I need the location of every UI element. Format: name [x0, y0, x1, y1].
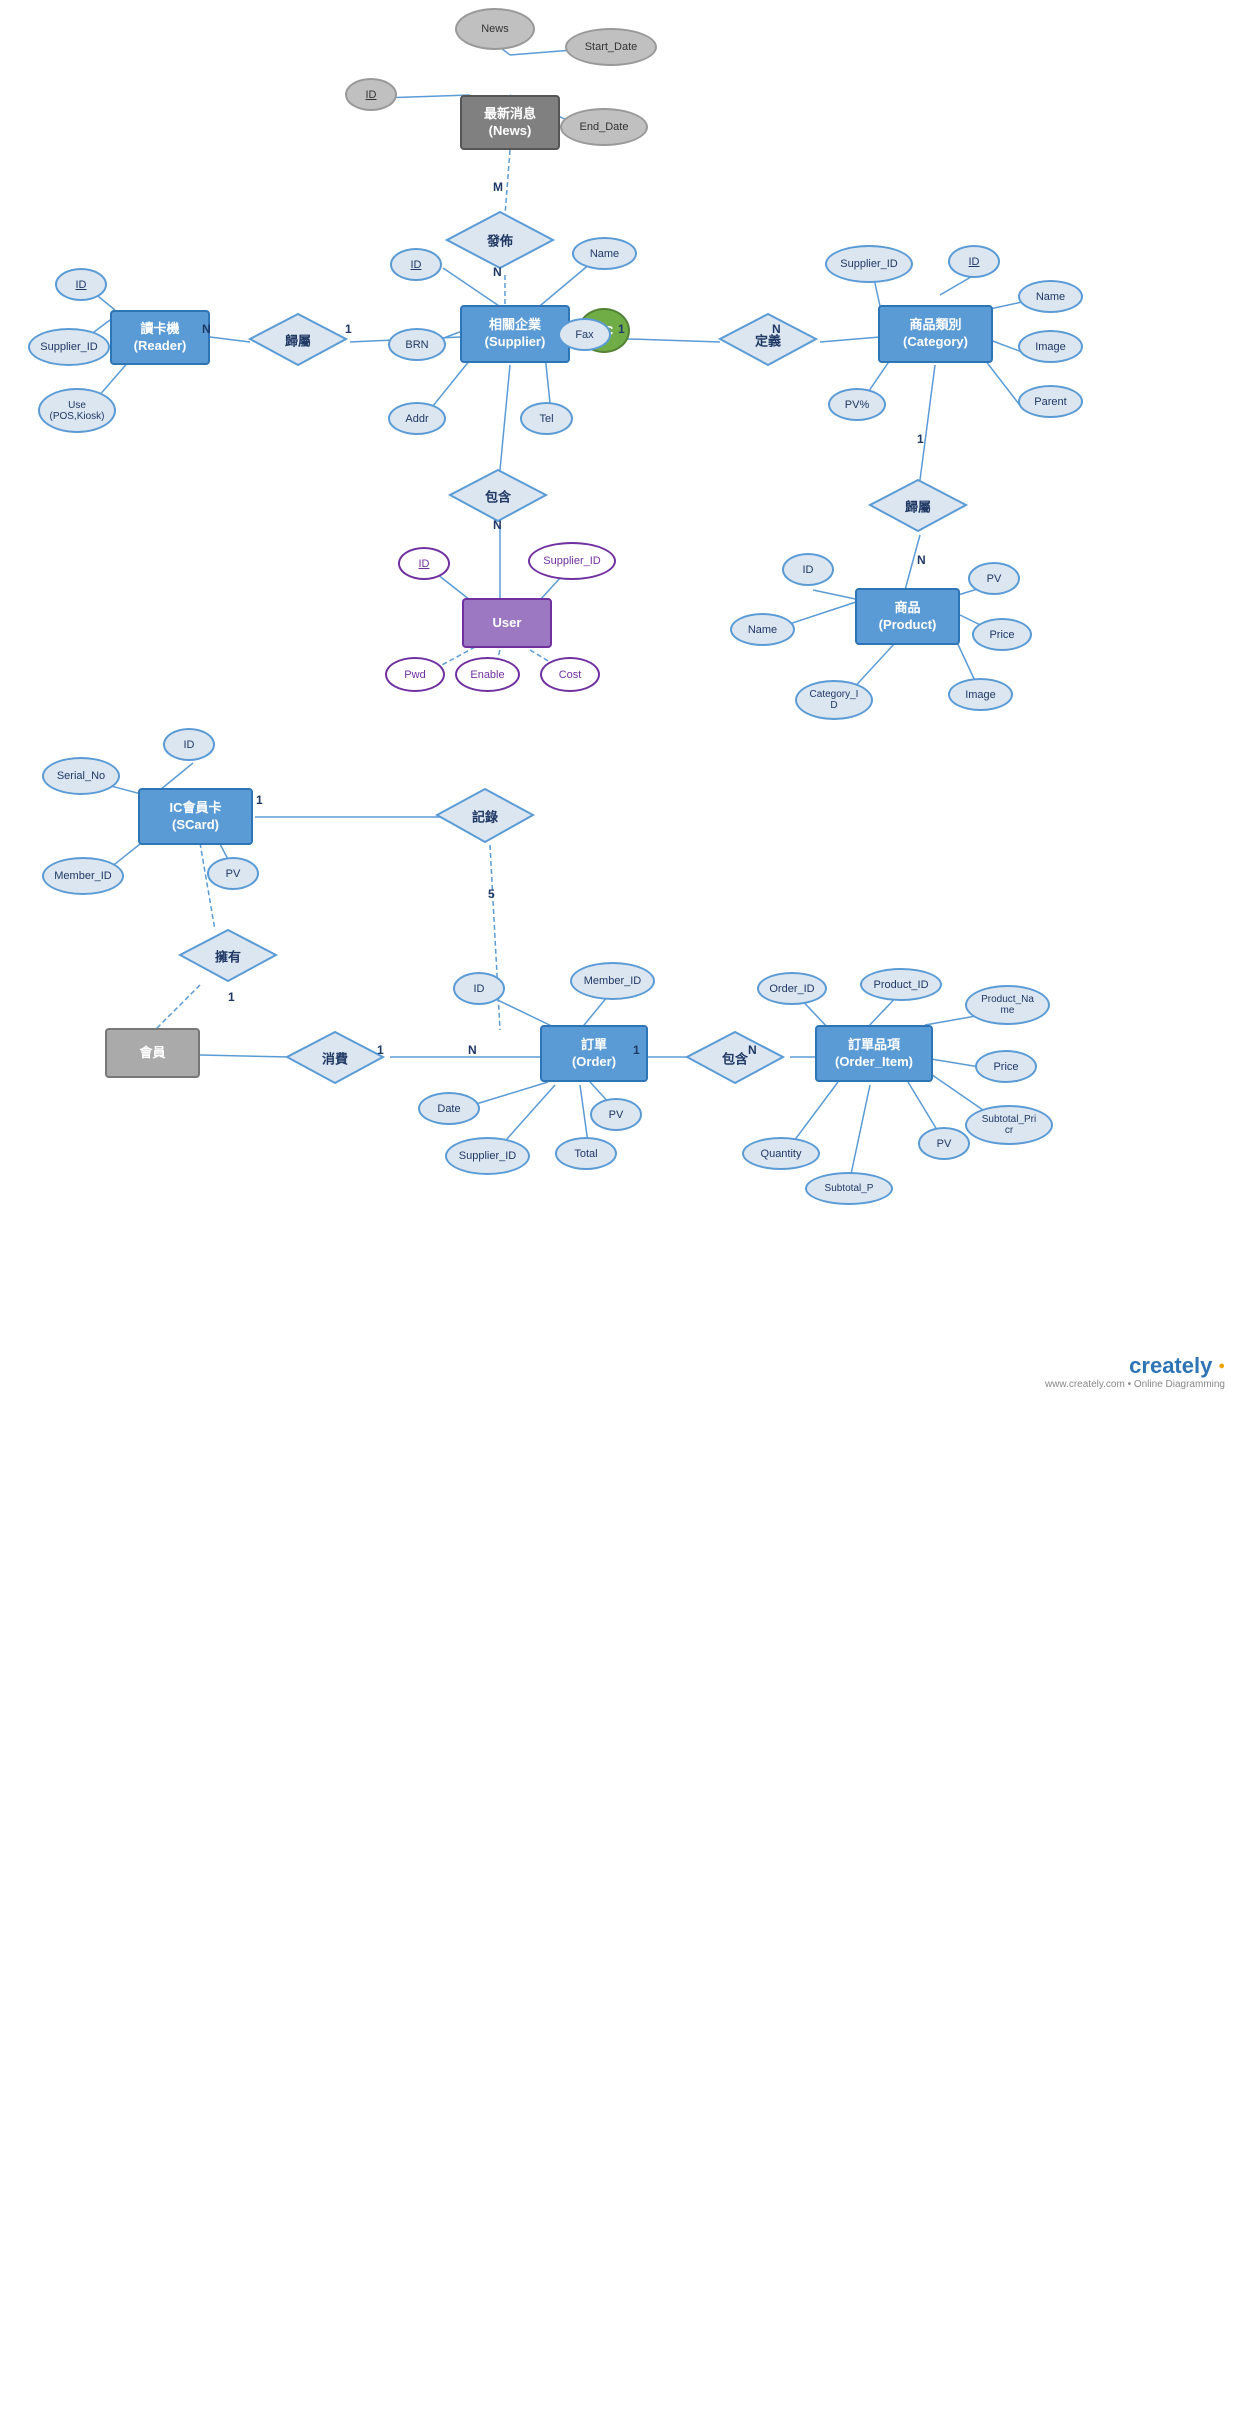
attr-order-memberid: Member_ID — [570, 962, 655, 1000]
attr-order-date: Date — [418, 1092, 480, 1125]
cardinality-n1: N — [493, 265, 502, 279]
attr-user-supplierid: Supplier_ID — [528, 542, 616, 580]
diagram-container: 最新消息 (News) News Start_Date End_Date ID … — [0, 0, 1235, 1400]
attr-category-supplierid: Supplier_ID — [825, 245, 913, 283]
connections-svg — [0, 0, 1235, 1400]
rel-belong2: 歸屬 — [868, 478, 968, 533]
entity-category[interactable]: 商品類別 (Category) — [878, 305, 993, 363]
entity-user[interactable]: User — [462, 598, 552, 648]
attr-user-id: ID — [398, 547, 450, 580]
attr-category-name: Name — [1018, 280, 1083, 313]
entity-product[interactable]: 商品 (Product) — [855, 588, 960, 645]
cardinality-1a: 1 — [345, 322, 352, 336]
rel-record: 記錄 — [435, 787, 535, 844]
rel-belong1: 歸屬 — [248, 312, 348, 367]
cardinality-n7: N — [748, 1043, 757, 1057]
attr-supplier-fax: Fax — [558, 318, 611, 351]
attr-oi-subtotalp: Subtotal_P — [805, 1172, 893, 1205]
attr-category-id: ID — [948, 245, 1000, 278]
cardinality-5: 5 — [488, 887, 495, 901]
attr-product-pv: PV — [968, 562, 1020, 595]
entity-member[interactable]: 會員 — [105, 1028, 200, 1078]
attr-reader-supplierid: Supplier_ID — [28, 328, 110, 366]
attr-user-pwd: Pwd — [385, 657, 445, 692]
attr-order-id: ID — [453, 972, 505, 1005]
attr-category-image: Image — [1018, 330, 1083, 363]
entity-scard[interactable]: IC會員卡 (SCard) — [138, 788, 253, 845]
attr-category-parent: Parent — [1018, 385, 1083, 418]
attr-oi-productid: Product_ID — [860, 968, 942, 1001]
cardinality-1e: 1 — [228, 990, 235, 1004]
cardinality-n5: N — [917, 553, 926, 567]
entity-order-item[interactable]: 訂單品項 (Order_Item) — [815, 1025, 933, 1082]
attr-scard-id: ID — [163, 728, 215, 761]
attr-supplier-name: Name — [572, 237, 637, 270]
rel-define: 定義 — [718, 312, 818, 367]
attr-user-cost: Cost — [540, 657, 600, 692]
watermark: creately ● www.creately.com • Online Dia… — [1045, 1353, 1225, 1390]
rel-contain2: 包含 — [685, 1030, 785, 1085]
attr-oi-subtotalprice: Subtotal_Pri cr — [965, 1105, 1053, 1145]
attr-product-image: Image — [948, 678, 1013, 711]
attr-scard-serialno: Serial_No — [42, 757, 120, 795]
attr-supplier-addr: Addr — [388, 402, 446, 435]
attr-product-price: Price — [972, 618, 1032, 651]
attr-news-startdate: Start_Date — [565, 28, 657, 66]
attr-news-enddate: End_Date — [560, 108, 648, 146]
rel-possess: 擁有 — [178, 928, 278, 983]
entity-reader[interactable]: 讀卡機 (Reader) — [110, 310, 210, 365]
cardinality-n6: N — [468, 1043, 477, 1057]
cardinality-1g: 1 — [633, 1043, 640, 1057]
attr-oi-productname: Product_Na me — [965, 985, 1050, 1025]
attr-news-name: News — [455, 8, 535, 50]
cardinality-1d: 1 — [256, 793, 263, 807]
attr-reader-use: Use (POS,Kiosk) — [38, 388, 116, 433]
rel-publish: 發佈 — [445, 210, 555, 270]
cardinality-m: M — [493, 180, 503, 194]
attr-oi-pv: PV — [918, 1127, 970, 1160]
attr-supplier-brn: BRN — [388, 328, 446, 361]
attr-reader-id: ID — [55, 268, 107, 301]
entity-order[interactable]: 訂單 (Order) — [540, 1025, 648, 1082]
cardinality-1f: 1 — [377, 1043, 384, 1057]
attr-product-categoryid: Category_I D — [795, 680, 873, 720]
cardinality-1c: 1 — [917, 432, 924, 446]
attr-oi-quantity: Quantity — [742, 1137, 820, 1170]
rel-contain1: 包含 — [448, 468, 548, 523]
cardinality-1b: 1 — [618, 322, 625, 336]
attr-scard-pv: PV — [207, 857, 259, 890]
attr-category-pv: PV% — [828, 388, 886, 421]
entity-news[interactable]: 最新消息 (News) — [460, 95, 560, 150]
cardinality-n4: N — [493, 518, 502, 532]
rel-consume: 消費 — [285, 1030, 385, 1085]
attr-oi-orderid: Order_ID — [757, 972, 827, 1005]
entity-supplier[interactable]: 相關企業 (Supplier) — [460, 305, 570, 363]
attr-scard-memberid: Member_ID — [42, 857, 124, 895]
attr-user-enable: Enable — [455, 657, 520, 692]
attr-product-name: Name — [730, 613, 795, 646]
attr-order-supplierid: Supplier_ID — [445, 1137, 530, 1175]
attr-news-id: ID — [345, 78, 397, 111]
attr-product-id: ID — [782, 553, 834, 586]
cardinality-n2: N — [202, 322, 211, 336]
attr-supplier-id: ID — [390, 248, 442, 281]
attr-order-pv: PV — [590, 1098, 642, 1131]
attr-oi-price: Price — [975, 1050, 1037, 1083]
attr-order-total: Total — [555, 1137, 617, 1170]
attr-supplier-tel: Tel — [520, 402, 573, 435]
